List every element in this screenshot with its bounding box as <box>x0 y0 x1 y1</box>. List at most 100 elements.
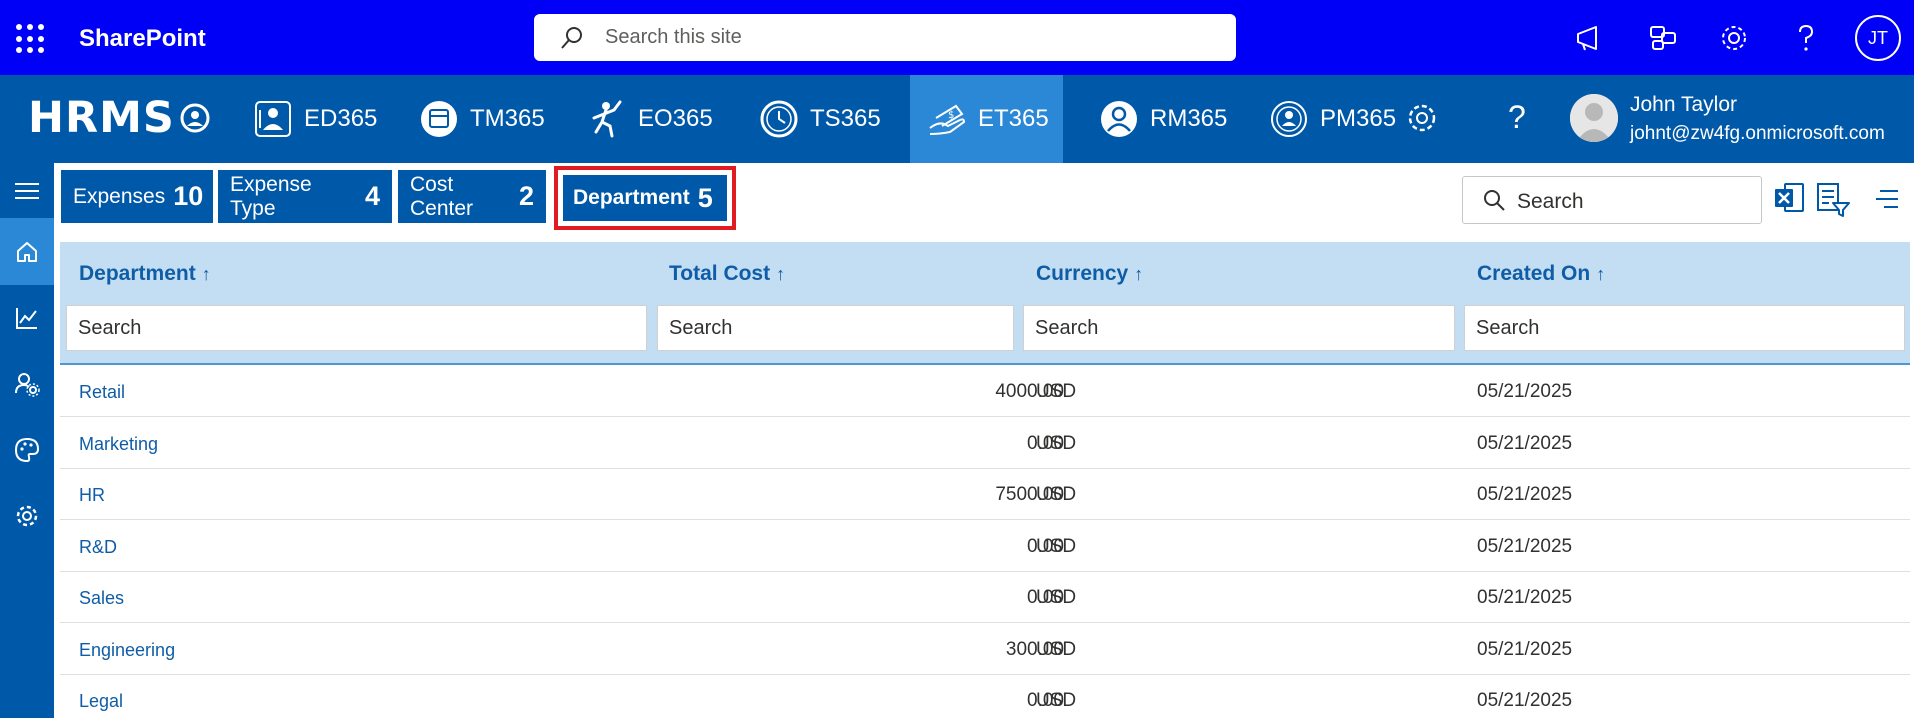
department-link[interactable]: HR <box>79 485 105 506</box>
employee-directory-icon <box>255 101 291 137</box>
sort-arrow-icon: ↑ <box>1134 264 1144 284</box>
module-label: TM365 <box>470 105 545 132</box>
module-tab-ed365[interactable]: ED365 <box>246 75 383 163</box>
currency-cell: USD <box>1036 639 1077 660</box>
module-label: RM365 <box>1150 105 1228 132</box>
module-tab-rm365[interactable]: RM365 <box>1092 75 1233 163</box>
calendar-icon <box>421 101 457 137</box>
tab-count: 4 <box>364 181 380 211</box>
table-header: Department ↑ Total Cost ↑ Currency ↑ Create… <box>60 242 1910 365</box>
module-tab-et365[interactable]: $ ET365 <box>910 75 1063 163</box>
module-label: EO365 <box>638 105 713 132</box>
created-on-search-input[interactable]: Search <box>1464 305 1905 351</box>
table-row[interactable]: Retail 4000.00 USD 05/21/2025 <box>60 366 1910 417</box>
account-avatar[interactable]: JT <box>1855 15 1901 61</box>
department-link[interactable]: Retail <box>79 382 125 403</box>
tab-label: Expense Type <box>230 172 312 220</box>
table-row[interactable]: HR 7500.00 USD 05/21/2025 <box>60 469 1910 520</box>
department-link[interactable]: R&D <box>79 537 117 558</box>
app-launcher-icon[interactable] <box>16 24 46 54</box>
currency-cell: USD <box>1036 381 1077 402</box>
column-header-department[interactable]: Department ↑ <box>79 262 211 286</box>
search-icon <box>1484 190 1505 211</box>
rail-user-settings-button[interactable] <box>0 351 54 417</box>
tab-label: Cost Center <box>410 172 474 220</box>
module-tab-tm365[interactable]: TM365 <box>412 75 551 163</box>
tab-count: 5 <box>697 182 713 213</box>
excel-export-icon[interactable] <box>1773 181 1805 215</box>
teams-connect-icon[interactable] <box>1645 20 1681 56</box>
currency-cell: USD <box>1036 536 1077 557</box>
department-link[interactable]: Legal <box>79 691 123 712</box>
module-label: TS365 <box>810 105 881 132</box>
user-name: John Taylor <box>1630 93 1738 116</box>
tab-department[interactable]: Department 5 <box>554 166 736 230</box>
column-header-created-on[interactable]: Created On ↑ <box>1477 262 1605 286</box>
rail-settings-button[interactable] <box>0 483 54 549</box>
hrms-logo-badge-icon <box>180 103 210 133</box>
table-row[interactable]: R&D 0.00 USD 05/21/2025 <box>60 521 1910 572</box>
table-row[interactable]: Engineering 300.00 USD 05/21/2025 <box>60 624 1910 675</box>
rail-reports-button[interactable] <box>0 285 54 351</box>
table-row[interactable]: Marketing 0.00 USD 05/21/2025 <box>60 418 1910 469</box>
currency-cell: USD <box>1036 433 1077 454</box>
department-link[interactable]: Engineering <box>79 640 175 661</box>
settings-icon[interactable] <box>1716 20 1752 56</box>
user-email: johnt@zw4fg.onmicrosoft.com <box>1630 123 1885 144</box>
total-cost-search-input[interactable]: Search <box>657 305 1014 351</box>
grid-search-input[interactable]: Search <box>1462 176 1762 224</box>
tab-label: Expenses <box>73 184 166 208</box>
created-on-cell: 05/21/2025 <box>1477 639 1573 660</box>
app-help-icon[interactable]: ? <box>1508 99 1526 136</box>
module-label: ET365 <box>978 105 1049 132</box>
sort-arrow-icon: ↑ <box>201 264 211 284</box>
clock-icon <box>760 100 798 138</box>
module-tab-ts365[interactable]: TS365 <box>752 75 887 163</box>
tab-expense-type[interactable]: Expense Type 4 <box>218 170 392 223</box>
table-row[interactable]: Sales 0.00 USD 05/21/2025 <box>60 572 1910 623</box>
tab-label: Department <box>573 186 690 209</box>
site-search-box[interactable]: Search this site <box>534 14 1236 61</box>
help-icon[interactable] <box>1788 20 1824 56</box>
created-on-cell: 05/21/2025 <box>1477 690 1573 711</box>
created-on-cell: 05/21/2025 <box>1477 484 1573 505</box>
filter-list-icon[interactable] <box>1815 181 1851 217</box>
megaphone-icon[interactable] <box>1572 20 1608 56</box>
svg-text:$: $ <box>948 110 954 121</box>
tab-expenses[interactable]: Expenses 10 <box>61 170 213 223</box>
grid-search-placeholder: Search <box>1517 190 1584 213</box>
sort-arrow-icon: ↑ <box>1596 264 1606 284</box>
app-settings-gear-icon[interactable] <box>1405 101 1439 135</box>
hrms-logo[interactable]: HRMS <box>28 93 211 143</box>
user-avatar[interactable] <box>1570 94 1618 142</box>
department-search-input[interactable]: Search <box>66 305 647 351</box>
module-label: PM365 <box>1320 105 1397 132</box>
palette-icon <box>14 437 40 463</box>
module-tab-eo365[interactable]: EO365 <box>580 75 719 163</box>
currency-search-input[interactable]: Search <box>1023 305 1455 351</box>
created-on-cell: 05/21/2025 <box>1477 536 1573 557</box>
tab-cost-center[interactable]: Cost Center 2 <box>398 170 546 223</box>
money-hand-icon: $ <box>929 104 966 135</box>
menu-icon <box>15 182 39 199</box>
department-link[interactable]: Sales <box>79 588 124 609</box>
currency-cell: USD <box>1036 484 1077 505</box>
climbing-person-icon <box>592 100 622 138</box>
department-link[interactable]: Marketing <box>79 434 158 455</box>
user-circle-icon <box>1101 101 1137 137</box>
home-icon <box>17 241 37 262</box>
module-tab-pm365[interactable]: PM365 <box>1262 75 1402 163</box>
rail-theme-button[interactable] <box>0 417 54 483</box>
table-row[interactable]: Legal 0.00 USD 05/21/2025 <box>60 675 1910 718</box>
column-header-currency[interactable]: Currency ↑ <box>1036 262 1143 286</box>
created-on-cell: 05/21/2025 <box>1477 587 1573 608</box>
rail-menu-button[interactable] <box>0 163 54 218</box>
suite-bar: SharePoint Search this site JT <box>0 0 1914 75</box>
currency-cell: USD <box>1036 690 1077 711</box>
module-label: ED365 <box>304 105 378 132</box>
sharepoint-brand[interactable]: SharePoint <box>79 25 206 53</box>
rail-home-button[interactable] <box>0 218 54 285</box>
column-header-total-cost[interactable]: Total Cost ↑ <box>669 262 785 286</box>
column-options-icon[interactable] <box>1874 188 1900 210</box>
chart-icon <box>16 308 37 329</box>
